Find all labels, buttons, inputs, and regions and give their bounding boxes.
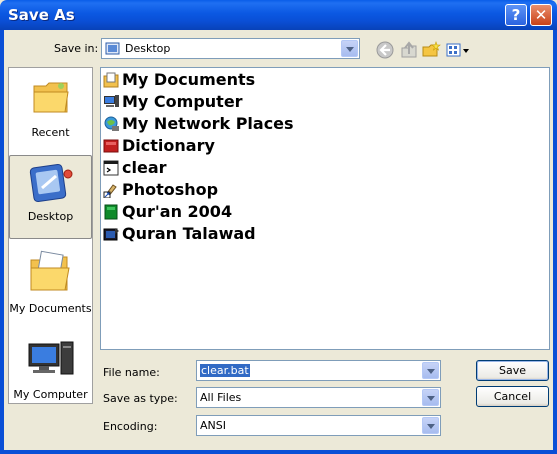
list-item[interactable]: My Network Places bbox=[103, 114, 503, 135]
new-folder-icon[interactable] bbox=[421, 40, 441, 60]
file-name: My Network Places bbox=[122, 114, 294, 133]
desktop-icon bbox=[29, 163, 73, 203]
network-places-icon bbox=[104, 116, 119, 131]
encoding-value: ANSI bbox=[200, 419, 226, 432]
batch-file-icon bbox=[103, 160, 119, 176]
window-border-bottom bbox=[0, 450, 557, 454]
media-icon bbox=[103, 228, 119, 241]
place-my-documents[interactable]: My Documents bbox=[9, 244, 92, 328]
my-computer-icon bbox=[28, 341, 74, 375]
my-computer-icon bbox=[104, 95, 119, 107]
recent-folder-icon bbox=[33, 82, 69, 113]
chevron-down-icon[interactable] bbox=[422, 389, 439, 406]
places-bar: Recent Desktop My Documents My Computer bbox=[8, 67, 93, 404]
place-label: My Computer bbox=[13, 388, 88, 401]
place-desktop[interactable]: Desktop bbox=[9, 155, 92, 239]
save-as-type-value: All Files bbox=[200, 391, 242, 404]
close-button[interactable]: ✕ bbox=[530, 4, 552, 26]
views-menu-icon[interactable] bbox=[445, 40, 471, 60]
file-name-label: File name: bbox=[103, 366, 160, 379]
encoding-label: Encoding: bbox=[103, 420, 158, 433]
save-button[interactable]: Save bbox=[476, 360, 549, 381]
chevron-down-icon[interactable] bbox=[422, 362, 439, 379]
chevron-down-icon[interactable] bbox=[422, 417, 439, 434]
file-name-field[interactable]: clear.bat bbox=[196, 360, 441, 381]
place-my-computer[interactable]: My Computer bbox=[9, 330, 92, 414]
file-name: Photoshop bbox=[122, 180, 219, 199]
window-border-left bbox=[0, 30, 4, 454]
shortcut-icon bbox=[103, 184, 117, 198]
help-button[interactable]: ? bbox=[505, 4, 527, 26]
cancel-button[interactable]: Cancel bbox=[476, 386, 549, 407]
place-recent[interactable]: Recent bbox=[9, 70, 92, 154]
list-item[interactable]: Photoshop bbox=[103, 180, 503, 201]
file-name-input[interactable]: clear.bat bbox=[200, 364, 250, 377]
chevron-down-icon[interactable] bbox=[341, 40, 358, 57]
save-in-value: Desktop bbox=[125, 42, 171, 55]
place-label: My Documents bbox=[9, 302, 92, 315]
back-icon[interactable] bbox=[375, 40, 395, 60]
window-border-right bbox=[553, 30, 557, 454]
file-name: Quran Talawad bbox=[122, 224, 256, 243]
place-label: Recent bbox=[31, 126, 70, 139]
save-in-dropdown[interactable]: Desktop bbox=[101, 38, 360, 59]
save-in-label: Save in: bbox=[54, 42, 99, 55]
my-documents-icon bbox=[103, 72, 119, 88]
close-icon: ✕ bbox=[534, 6, 548, 24]
place-label: Desktop bbox=[27, 210, 74, 223]
save-as-type-label: Save as type: bbox=[103, 392, 178, 405]
file-name: Dictionary bbox=[122, 136, 215, 155]
list-item[interactable]: Dictionary bbox=[103, 136, 503, 157]
file-list[interactable]: My Documents My Computer My Network Plac… bbox=[100, 67, 550, 350]
list-item[interactable]: Quran Talawad bbox=[103, 224, 503, 245]
up-folder-icon[interactable] bbox=[399, 40, 419, 60]
encoding-dropdown[interactable]: ANSI bbox=[196, 415, 441, 436]
list-item[interactable]: clear bbox=[103, 158, 503, 179]
file-name: clear bbox=[122, 158, 167, 177]
file-name: Qur'an 2004 bbox=[122, 202, 233, 221]
save-as-type-dropdown[interactable]: All Files bbox=[196, 387, 441, 408]
list-item[interactable]: My Documents bbox=[103, 70, 503, 91]
desktop-icon bbox=[105, 42, 120, 55]
help-icon: ? bbox=[511, 6, 521, 24]
file-name: My Documents bbox=[122, 70, 256, 89]
window-title: Save As bbox=[8, 6, 75, 24]
file-name: My Computer bbox=[122, 92, 243, 111]
list-item[interactable]: Qur'an 2004 bbox=[103, 202, 503, 223]
my-documents-icon bbox=[30, 250, 70, 291]
dictionary-icon bbox=[103, 139, 119, 153]
list-item[interactable]: My Computer bbox=[103, 92, 503, 113]
green-book-icon bbox=[104, 204, 118, 220]
title-bar[interactable]: Save As ? ✕ bbox=[0, 0, 557, 30]
